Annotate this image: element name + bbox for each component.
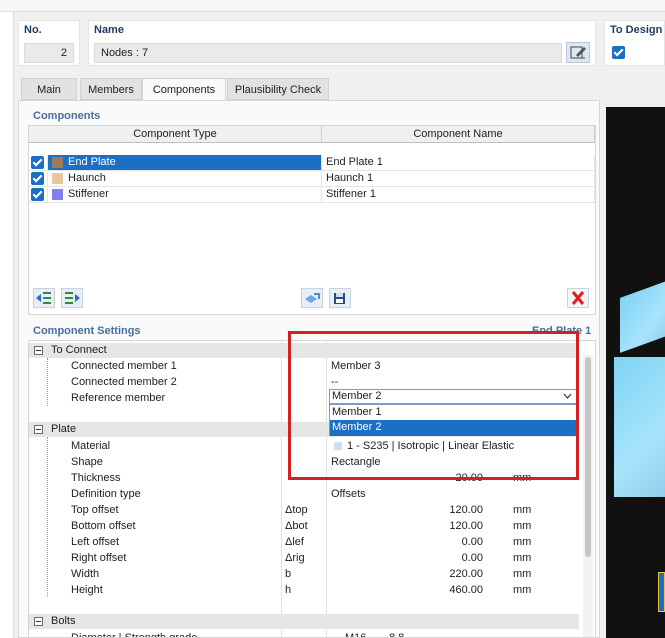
property-row[interactable]: Left offset Δlef 0.00 mm	[29, 534, 579, 550]
number-panel: No. 2	[18, 20, 80, 66]
3d-viewport[interactable]	[606, 107, 665, 638]
table-row[interactable]: Haunch Haunch 1	[29, 171, 595, 187]
top-band	[0, 0, 665, 12]
property-row[interactable]: Top offset Δtop 120.00 mm	[29, 502, 579, 518]
name-panel: Name Nodes : 7	[88, 20, 596, 66]
tab-components[interactable]: Components	[142, 78, 226, 101]
component-name[interactable]: Haunch 1	[322, 171, 595, 187]
scrollbar-thumb[interactable]	[585, 357, 591, 557]
collapse-icon[interactable]	[34, 617, 43, 626]
components-section-title: Components	[33, 110, 101, 122]
row-checkbox[interactable]	[31, 188, 44, 201]
edit-icon	[570, 46, 586, 59]
color-swatch	[52, 173, 63, 184]
table-row[interactable]: End Plate End Plate 1	[29, 155, 595, 171]
collapse-icon[interactable]	[34, 346, 43, 355]
property-row[interactable]: Right offset Δrig 0.00 mm	[29, 550, 579, 566]
tab-members[interactable]: Members	[80, 78, 142, 100]
to-design-checkbox[interactable]	[612, 46, 625, 59]
component-name[interactable]: End Plate 1	[322, 155, 595, 171]
collapse-icon[interactable]	[34, 425, 43, 434]
property-row[interactable]: Definition type Offsets	[29, 486, 579, 502]
tab-plausibility-check[interactable]: Plausibility Check	[227, 78, 329, 100]
load-button[interactable]	[301, 288, 323, 308]
insert-from-library-button[interactable]	[33, 288, 55, 308]
color-swatch	[52, 157, 63, 168]
to-design-panel: To Design	[604, 20, 665, 66]
load-icon	[305, 293, 320, 303]
tab-main[interactable]: Main	[21, 78, 77, 100]
row-checkbox[interactable]	[31, 172, 44, 185]
tab-bar: Main Members Components Plausibility Che…	[18, 78, 600, 101]
property-row[interactable]: Width b 220.00 mm	[29, 566, 579, 582]
components-table: Component Type Component Name End Plate …	[28, 125, 596, 315]
component-type: Haunch	[68, 172, 106, 184]
list-import-icon	[36, 292, 51, 304]
group-bolts[interactable]: Bolts	[29, 614, 579, 629]
number-label: No.	[24, 24, 42, 36]
property-row[interactable]: Height h 460.00 mm	[29, 582, 579, 598]
row-checkbox[interactable]	[31, 156, 44, 169]
edit-name-button[interactable]	[566, 42, 590, 63]
name-label: Name	[94, 24, 124, 36]
table-row[interactable]: Stiffener Stiffener 1	[29, 187, 595, 203]
component-settings-title: Component Settings	[33, 325, 141, 337]
axis-indicator	[658, 572, 665, 612]
component-type: Stiffener	[68, 188, 109, 200]
scrollbar[interactable]	[583, 355, 593, 637]
export-to-library-button[interactable]	[61, 288, 83, 308]
component-type: End Plate	[68, 156, 116, 168]
save-button[interactable]	[329, 288, 351, 308]
property-row[interactable]: Diameter | Strength grade M16 8.8	[29, 630, 579, 637]
column-header-type: Component Type	[29, 126, 322, 143]
member-3d-shape	[620, 276, 665, 353]
save-icon	[334, 293, 345, 304]
navigator-pane-edge	[0, 12, 14, 638]
to-design-label: To Design	[610, 24, 663, 36]
property-row[interactable]: Bottom offset Δbot 120.00 mm	[29, 518, 579, 534]
member-3d-shape	[614, 357, 665, 497]
component-name[interactable]: Stiffener 1	[322, 187, 595, 203]
column-header-name: Component Name	[322, 126, 595, 143]
delete-icon	[571, 291, 585, 305]
highlight-box	[288, 331, 579, 480]
name-field[interactable]: Nodes : 7	[94, 43, 562, 63]
delete-button[interactable]	[567, 288, 589, 308]
color-swatch	[52, 189, 63, 200]
number-field[interactable]: 2	[24, 43, 74, 63]
list-export-icon	[65, 292, 80, 304]
